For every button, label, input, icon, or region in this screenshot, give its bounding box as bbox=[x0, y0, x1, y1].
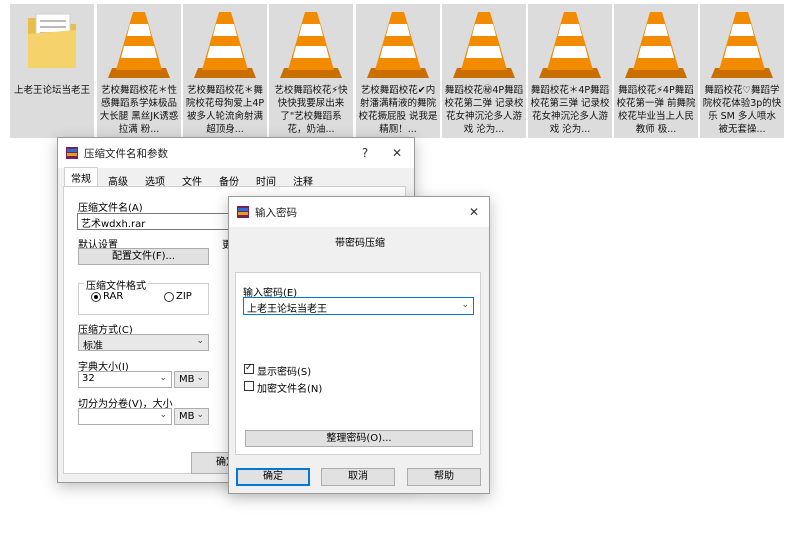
tab-0[interactable]: 常规 bbox=[64, 167, 98, 186]
close-icon[interactable]: ✕ bbox=[388, 144, 406, 162]
password-dialog-titlebar[interactable]: 输入密码 ✕ bbox=[229, 197, 489, 227]
organize-passwords-button[interactable]: 整理密码(O)... bbox=[245, 430, 473, 447]
video-file-item[interactable]: 艺校舞蹈校花＊舞院校花母狗爱上4P 被多人轮流肏射满 超顶身... bbox=[183, 4, 267, 138]
winrar-icon bbox=[66, 147, 78, 159]
video-file-item[interactable]: 舞蹈校花㊙4P舞蹈校花第二弹 记录校花女神沉沦多人游戏 沦为... bbox=[442, 4, 526, 138]
split-unit-select[interactable]: MB ⌄ bbox=[174, 408, 209, 425]
video-file-item[interactable]: 舞蹈校花⚡4P舞蹈校花第一弹 前舞院校花毕业当上人民教师 极... bbox=[614, 4, 698, 138]
chevron-down-icon: ⌄ bbox=[196, 410, 204, 420]
vlc-cone-icon bbox=[614, 8, 698, 84]
chevron-down-icon: ⌄ bbox=[159, 410, 167, 420]
password-value: 上老王论坛当老王 bbox=[247, 304, 327, 315]
help-icon[interactable]: ? bbox=[356, 144, 374, 162]
tab-1[interactable]: 高级 bbox=[101, 170, 135, 188]
folder-icon bbox=[10, 8, 94, 84]
password-dialog: 输入密码 ✕ 带密码压缩 输入密码(E) 上老王论坛当老王 ⌄ ✓ 显示密码(S… bbox=[228, 196, 490, 494]
video-file-item[interactable]: 舞蹈校花＊4P舞蹈校花第三弹 记录校花女神沉沦多人游戏 沦为... bbox=[528, 4, 612, 138]
file-name-label: 舞蹈校花♡舞蹈学院校花体验3p的快乐 SM 多人喷水 被无套操... bbox=[702, 85, 782, 135]
close-icon[interactable]: ✕ bbox=[465, 203, 483, 221]
winrar-icon bbox=[237, 206, 249, 218]
format-group-label: 压缩文件格式 bbox=[84, 277, 148, 292]
vlc-cone-icon bbox=[442, 8, 526, 84]
show-password-checkbox[interactable]: ✓ bbox=[244, 363, 254, 374]
tab-5[interactable]: 时间 bbox=[249, 170, 283, 188]
zip-label: ZIP bbox=[176, 291, 192, 302]
tab-6[interactable]: 注释 bbox=[286, 170, 320, 188]
archive-name-input[interactable]: 艺术wdxh.rar bbox=[77, 213, 237, 230]
rar-radio[interactable] bbox=[91, 292, 101, 302]
archive-name-label: 压缩文件名(A) bbox=[78, 203, 143, 214]
video-file-item[interactable]: 艺校舞蹈校花✔内射潘满精液的舞院校花撅屁股 说我是精厕！... bbox=[356, 4, 440, 138]
password-ok-button[interactable]: 确定 bbox=[236, 468, 310, 486]
vlc-cone-icon bbox=[700, 8, 784, 84]
password-heading: 带密码压缩 bbox=[335, 238, 385, 249]
tab-4[interactable]: 备份 bbox=[212, 170, 246, 188]
vlc-cone-icon bbox=[97, 8, 181, 84]
file-name-label: 艺校舞蹈校花✔内射潘满精液的舞院校花撅屁股 说我是精厕！... bbox=[358, 85, 438, 135]
file-name-label: 上老王论坛当老王 bbox=[13, 85, 90, 96]
vlc-cone-icon bbox=[356, 8, 440, 84]
show-password-label: 显示密码(S) bbox=[257, 367, 312, 378]
tab-2[interactable]: 选项 bbox=[138, 170, 172, 188]
dict-select[interactable]: 32 ⌄ bbox=[78, 371, 172, 388]
method-value: 标准 bbox=[83, 341, 103, 352]
split-unit: MB bbox=[179, 411, 195, 422]
password-help-button[interactable]: 帮助 bbox=[407, 468, 481, 486]
profiles-button[interactable]: 配置文件(F)... bbox=[78, 248, 209, 265]
archive-dialog-title: 压缩文件名和参数 bbox=[84, 148, 168, 160]
file-name-label: 舞蹈校花⚡4P舞蹈校花第一弹 前舞院校花毕业当上人民教师 极... bbox=[616, 85, 696, 135]
vlc-cone-icon bbox=[183, 8, 267, 84]
rar-label: RAR bbox=[103, 291, 124, 302]
file-name-label: 艺校舞蹈校花＊性感舞蹈系学妹极品大长腿 黑丝JK诱惑拉满 粉... bbox=[99, 85, 179, 135]
video-file-item[interactable]: 艺校舞蹈校花＊性感舞蹈系学妹极品大长腿 黑丝JK诱惑拉满 粉... bbox=[97, 4, 181, 138]
file-name-label: 舞蹈校花㊙4P舞蹈校花第二弹 记录校花女神沉沦多人游戏 沦为... bbox=[444, 85, 524, 135]
encrypt-names-checkbox[interactable] bbox=[244, 381, 254, 391]
video-file-item[interactable]: 艺校舞蹈校花⚡快快快我要尿出来了"艺校舞蹈系花，奶油... bbox=[269, 4, 353, 138]
file-name-label: 艺校舞蹈校花＊舞院校花母狗爱上4P 被多人轮流肏射满 超顶身... bbox=[185, 85, 265, 135]
password-cancel-button[interactable]: 取消 bbox=[321, 468, 395, 486]
chevron-down-icon: ⌄ bbox=[461, 300, 469, 310]
video-file-item[interactable]: 舞蹈校花♡舞蹈学院校花体验3p的快乐 SM 多人喷水 被无套操... bbox=[700, 4, 784, 138]
tab-3[interactable]: 文件 bbox=[175, 170, 209, 188]
vlc-cone-icon bbox=[528, 8, 612, 84]
chevron-down-icon: ⌄ bbox=[159, 373, 167, 383]
method-select[interactable]: 标准 ⌄ bbox=[78, 334, 209, 352]
password-input[interactable]: 上老王论坛当老王 ⌄ bbox=[243, 297, 474, 315]
dict-unit-select[interactable]: MB ⌄ bbox=[174, 371, 209, 388]
encrypt-names-label: 加密文件名(N) bbox=[257, 384, 323, 395]
dict-unit: MB bbox=[179, 374, 195, 385]
split-select[interactable]: ⌄ bbox=[78, 408, 172, 425]
chevron-down-icon: ⌄ bbox=[196, 336, 204, 346]
zip-radio[interactable] bbox=[164, 292, 174, 302]
file-name-label: 舞蹈校花＊4P舞蹈校花第三弹 记录校花女神沉沦多人游戏 沦为... bbox=[530, 85, 610, 135]
check-icon: ✓ bbox=[245, 363, 253, 373]
dict-value: 32 bbox=[82, 373, 95, 384]
password-dialog-title: 输入密码 bbox=[255, 207, 297, 219]
file-name-label: 艺校舞蹈校花⚡快快快我要尿出来了"艺校舞蹈系花，奶油... bbox=[274, 85, 348, 135]
vlc-cone-icon bbox=[269, 8, 353, 84]
folder-item[interactable]: 上老王论坛当老王 bbox=[10, 4, 94, 138]
chevron-down-icon: ⌄ bbox=[196, 373, 204, 383]
archive-dialog-titlebar[interactable]: 压缩文件名和参数 ? ✕ bbox=[58, 138, 414, 168]
